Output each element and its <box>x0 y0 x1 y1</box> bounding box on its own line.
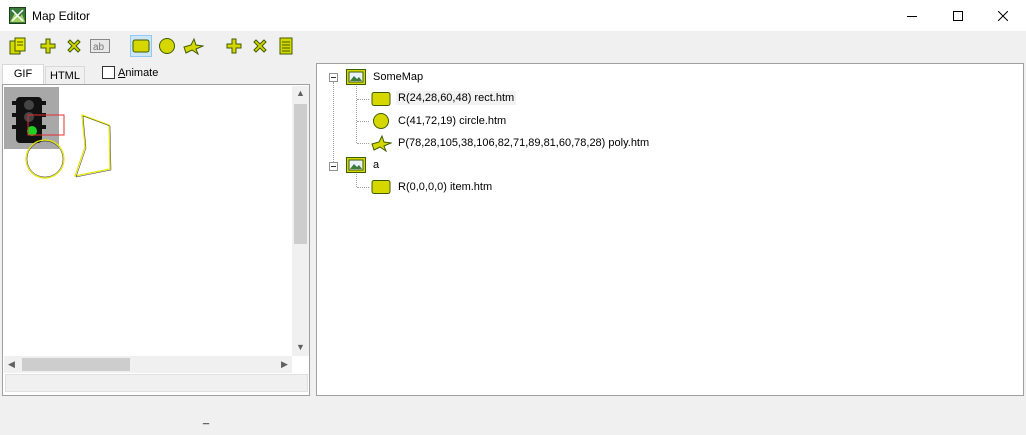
tree-line <box>356 174 357 187</box>
circle-area-icon <box>373 113 389 129</box>
map-image-canvas[interactable] <box>4 87 134 187</box>
add-area-button[interactable] <box>223 35 245 57</box>
close-button[interactable] <box>980 0 1026 31</box>
map-image-icon <box>346 157 366 173</box>
poly-area-icon <box>371 134 392 152</box>
close-icon <box>998 10 1008 21</box>
title-bar: Map Editor <box>0 0 1026 32</box>
rectangle-tool-button[interactable] <box>130 35 152 57</box>
maximize-icon <box>953 10 963 21</box>
map-tree-view[interactable] <box>316 63 1024 396</box>
add-icon <box>40 38 56 54</box>
status-text: _ <box>203 413 210 425</box>
collapse-a-icon[interactable] <box>329 162 338 171</box>
rename-button[interactable]: ab <box>89 35 111 57</box>
polygon-tool-icon <box>183 37 204 55</box>
toolbar: ab <box>0 31 1026 61</box>
scroll-down-icon[interactable]: ▼ <box>296 342 305 352</box>
tab-gif-label: GIF <box>13 68 33 80</box>
left-pane-status <box>5 374 308 392</box>
tree-node-a[interactable]: a <box>373 159 379 171</box>
app-icon <box>9 7 26 24</box>
tab-html-label: HTML <box>50 70 80 82</box>
add-area-icon <box>226 38 242 54</box>
circle-tool-button[interactable] <box>156 35 178 57</box>
tree-line <box>357 99 369 100</box>
scroll-right-icon[interactable]: ▶ <box>281 359 288 370</box>
properties-icon <box>279 37 293 55</box>
scroll-up-icon[interactable]: ▲ <box>296 88 305 98</box>
tree-node-poly[interactable]: P(78,28,105,38,106,82,71,89,81,60,78,28)… <box>398 137 649 149</box>
red-lamp <box>24 100 34 110</box>
polygon-tool-button[interactable] <box>182 35 204 57</box>
maximize-button[interactable] <box>935 0 981 31</box>
circle-tool-icon <box>159 38 175 54</box>
animate-label[interactable]: Animate <box>118 67 158 79</box>
animate-label-rest: nimate <box>125 67 159 79</box>
tab-gif[interactable]: GIF <box>2 64 44 84</box>
rectangle-tool-icon <box>132 39 150 53</box>
tree-node-item[interactable]: R(0,0,0,0) item.htm <box>398 181 492 193</box>
tree-line <box>357 121 369 122</box>
minimize-icon <box>907 15 917 17</box>
tree-line <box>356 86 357 143</box>
scroll-left-icon[interactable]: ◀ <box>8 359 15 370</box>
svg-text:ab: ab <box>93 42 105 53</box>
minimize-button[interactable] <box>889 0 935 31</box>
tree-node-circle[interactable]: C(41,72,19) circle.htm <box>398 115 506 127</box>
poly-area-shadow <box>75 115 112 178</box>
status-bar <box>0 398 1026 435</box>
tree-line <box>357 143 369 144</box>
rect-area-icon <box>371 92 391 106</box>
tree-line <box>357 187 369 188</box>
delete-icon <box>67 39 81 53</box>
rename-icon: ab <box>90 39 110 53</box>
collapse-somemap-icon[interactable] <box>329 73 338 82</box>
map-image-icon <box>346 69 366 85</box>
tab-html[interactable]: HTML <box>45 66 85 84</box>
tree-node-somemap[interactable]: SomeMap <box>373 71 423 83</box>
tree-node-rect[interactable]: R(24,28,60,48) rect.htm <box>396 91 517 105</box>
animate-checkbox[interactable] <box>102 66 115 79</box>
tree-line <box>333 82 334 168</box>
copy-button[interactable] <box>7 35 29 57</box>
horizontal-scroll-thumb[interactable] <box>22 358 130 371</box>
properties-button[interactable] <box>275 35 297 57</box>
copy-docs-icon <box>9 37 26 55</box>
window-title: Map Editor <box>32 9 91 23</box>
add-map-button[interactable] <box>37 35 59 57</box>
delete-area-icon <box>253 39 267 53</box>
vertical-scroll-thumb[interactable] <box>294 104 307 244</box>
delete-map-button[interactable] <box>63 35 85 57</box>
amber-lamp <box>24 112 34 122</box>
rect-area-icon <box>371 180 391 194</box>
delete-area-button[interactable] <box>249 35 271 57</box>
